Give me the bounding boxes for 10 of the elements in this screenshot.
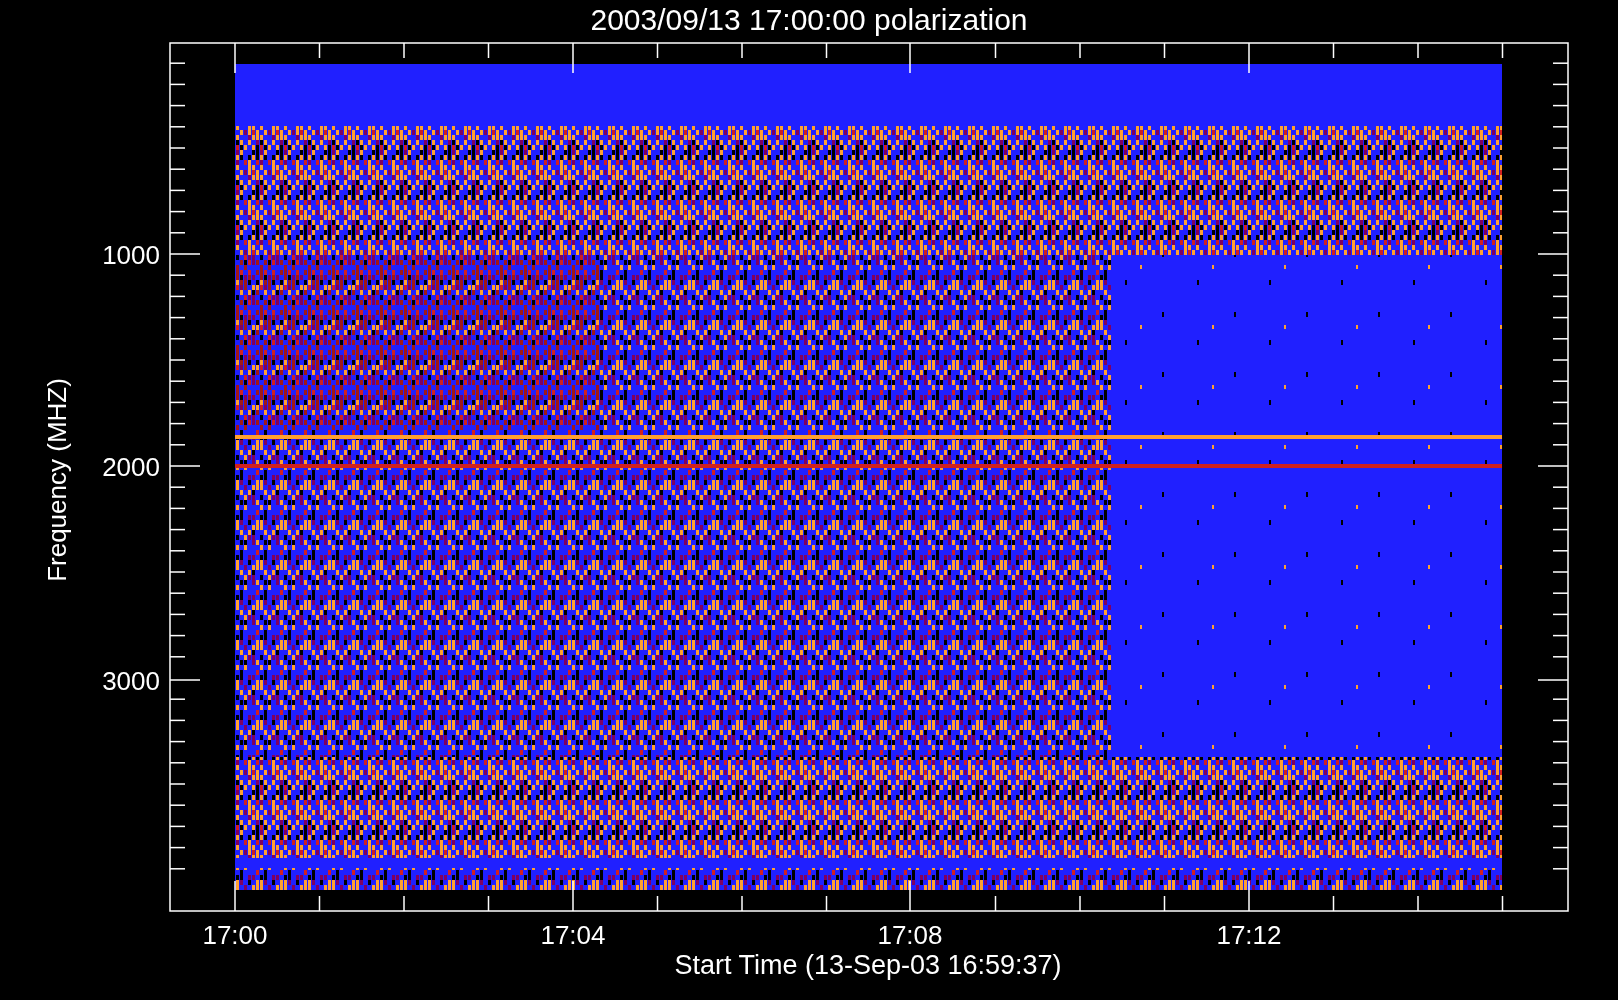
- x-tick-label: 17:04: [540, 920, 606, 950]
- x-tick-label: 17:12: [1216, 920, 1282, 950]
- x-axis-label: Start Time (13-Sep-03 16:59:37): [674, 950, 1062, 980]
- y-tick-label: 1000: [102, 240, 160, 270]
- x-tick-label: 17:00: [202, 920, 268, 950]
- x-tick-label: 17:08: [877, 920, 943, 950]
- y-axis-label: Frequency (MHZ): [42, 378, 72, 582]
- plot-title: 2003/09/13 17:00:00 polarization: [590, 3, 1028, 36]
- y-tick-label: 3000: [102, 666, 160, 696]
- y-tick-label: 2000: [102, 452, 160, 482]
